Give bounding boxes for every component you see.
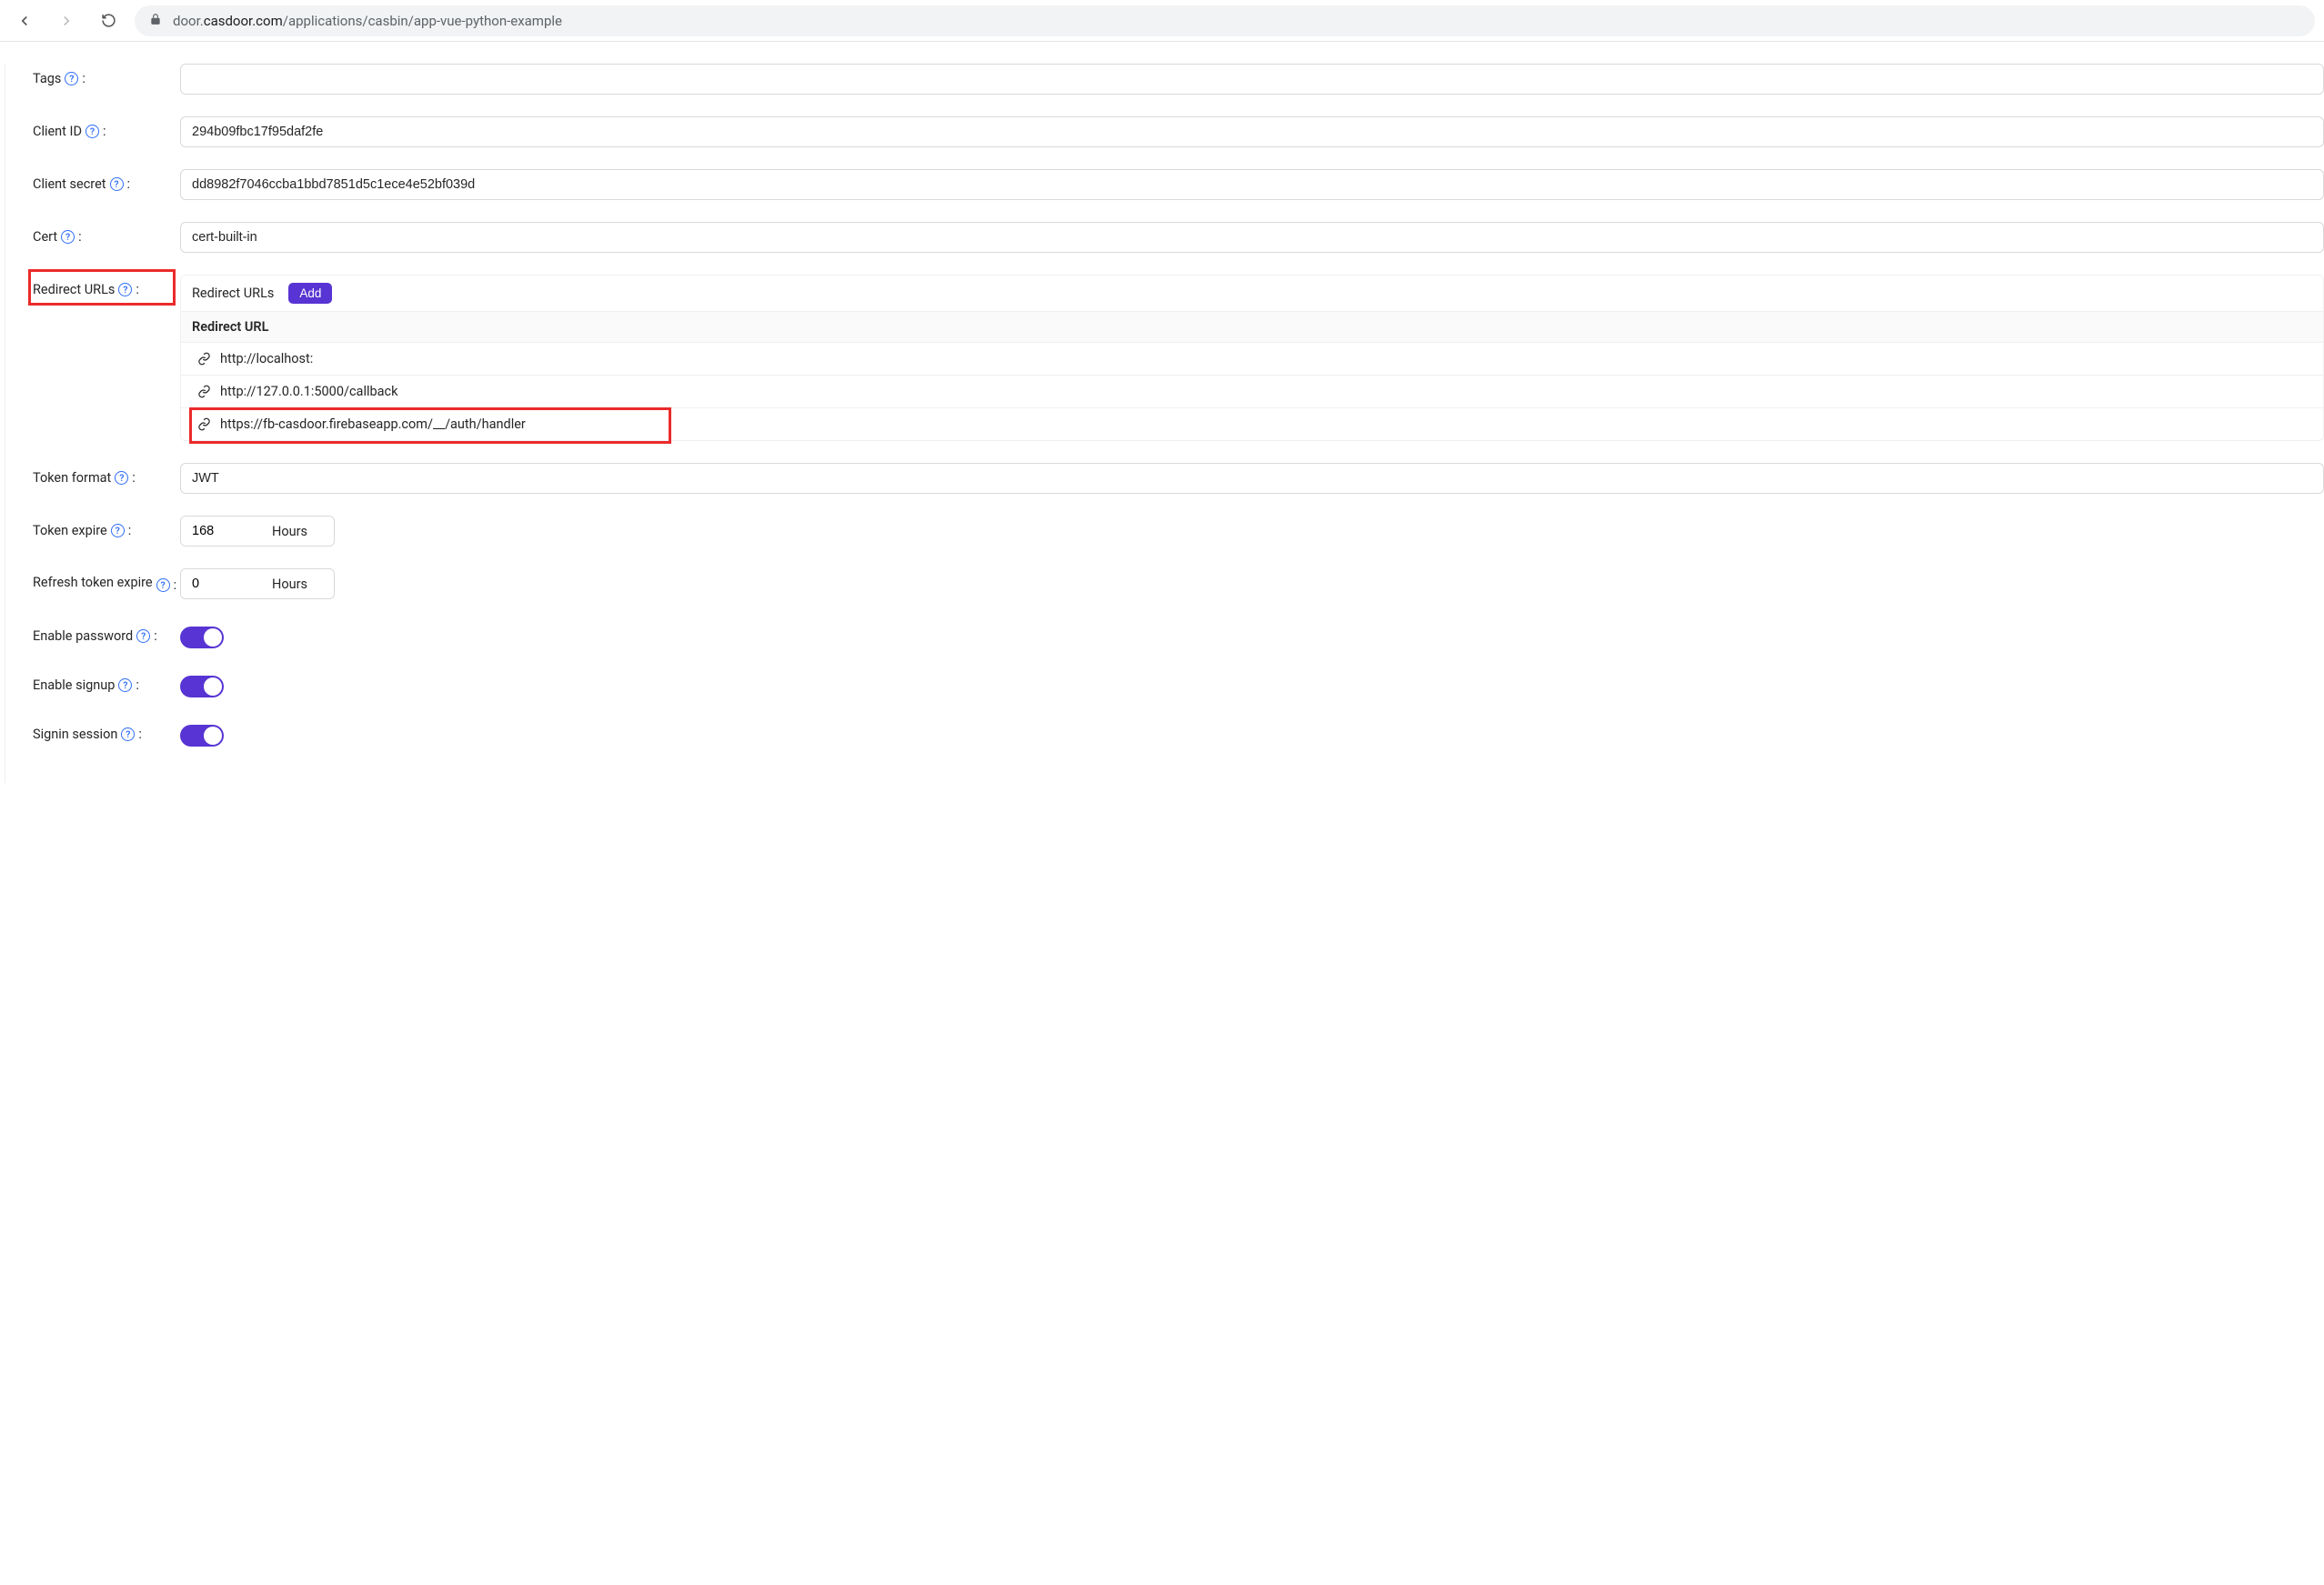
label-client-secret: Client secret ? : [33, 169, 180, 192]
help-icon[interactable]: ? [110, 177, 124, 191]
help-icon[interactable]: ? [111, 524, 125, 537]
help-icon[interactable]: ? [86, 125, 99, 138]
help-icon[interactable]: ? [121, 727, 135, 741]
label-signin-session: Signin session ? : [33, 719, 180, 742]
url-text: door.casdoor.com/applications/casbin/app… [173, 13, 562, 29]
tags-input[interactable] [180, 64, 2324, 95]
help-icon[interactable]: ? [115, 471, 128, 485]
token-expire-input[interactable] [181, 517, 272, 546]
url-text: https://fb-casdoor.firebaseapp.com/__/au… [220, 416, 526, 432]
url-text: http://localhost: [220, 351, 313, 366]
help-icon[interactable]: ? [118, 283, 132, 296]
label-enable-signup: Enable signup ? : [33, 670, 180, 693]
row-signin-session: Signin session ? : [33, 719, 2324, 747]
row-enable-password: Enable password ? : [33, 621, 2324, 648]
label-redirect-urls: Redirect URLs ? : [33, 275, 180, 297]
url-row[interactable]: http://localhost: [181, 343, 2323, 376]
label-tags: Tags ? : [33, 64, 180, 86]
row-client-id: Client ID ? : [33, 116, 2324, 147]
label-token-format: Token format ? : [33, 463, 180, 486]
table-header: Redirect URL [181, 311, 2323, 343]
row-enable-signup: Enable signup ? : [33, 670, 2324, 697]
link-icon [197, 417, 211, 431]
lock-icon [149, 13, 162, 29]
url-row[interactable]: http://127.0.0.1:5000/callback [181, 376, 2323, 408]
add-button[interactable]: Add [288, 283, 332, 304]
client-secret-input[interactable] [180, 169, 2324, 200]
row-redirect-urls: Redirect URLs ? : Redirect URLs Add Redi… [33, 275, 2324, 441]
row-tags: Tags ? : [33, 64, 2324, 95]
row-token-format: Token format ? : [33, 463, 2324, 494]
row-refresh-expire: Refresh token expire ? : Hours [33, 568, 2324, 599]
refresh-expire-units: Hours [272, 577, 334, 592]
help-icon[interactable]: ? [156, 578, 170, 592]
reload-button[interactable] [93, 5, 124, 36]
address-bar[interactable]: door.casdoor.com/applications/casbin/app… [135, 5, 2315, 36]
label-client-id: Client ID ? : [33, 116, 180, 139]
link-icon [197, 352, 211, 366]
back-button[interactable] [9, 5, 40, 36]
refresh-expire-input[interactable] [181, 569, 272, 598]
label-enable-password: Enable password ? : [33, 621, 180, 644]
token-expire-units: Hours [272, 524, 334, 539]
token-format-select[interactable] [180, 463, 2324, 494]
forward-button[interactable] [51, 5, 82, 36]
url-row[interactable]: https://fb-casdoor.firebaseapp.com/__/au… [181, 408, 2323, 440]
row-client-secret: Client secret ? : [33, 169, 2324, 200]
label-token-expire: Token expire ? : [33, 516, 180, 538]
url-text: http://127.0.0.1:5000/callback [220, 384, 397, 399]
label-cert: Cert ? : [33, 222, 180, 245]
browser-chrome: door.casdoor.com/applications/casbin/app… [0, 0, 2324, 42]
help-icon[interactable]: ? [136, 629, 150, 643]
help-icon[interactable]: ? [118, 678, 132, 692]
label-refresh-expire: Refresh token expire ? : [33, 568, 180, 593]
enable-signup-toggle[interactable] [180, 676, 224, 697]
help-icon[interactable]: ? [61, 230, 75, 244]
row-cert: Cert ? : [33, 222, 2324, 253]
cert-select[interactable] [180, 222, 2324, 253]
redirect-urls-panel: Redirect URLs Add Redirect URL http://lo… [180, 275, 2324, 441]
client-id-input[interactable] [180, 116, 2324, 147]
help-icon[interactable]: ? [65, 72, 78, 85]
enable-password-toggle[interactable] [180, 627, 224, 648]
panel-title: Redirect URLs [192, 286, 274, 301]
link-icon [197, 385, 211, 398]
signin-session-toggle[interactable] [180, 725, 224, 747]
row-token-expire: Token expire ? : Hours [33, 516, 2324, 547]
